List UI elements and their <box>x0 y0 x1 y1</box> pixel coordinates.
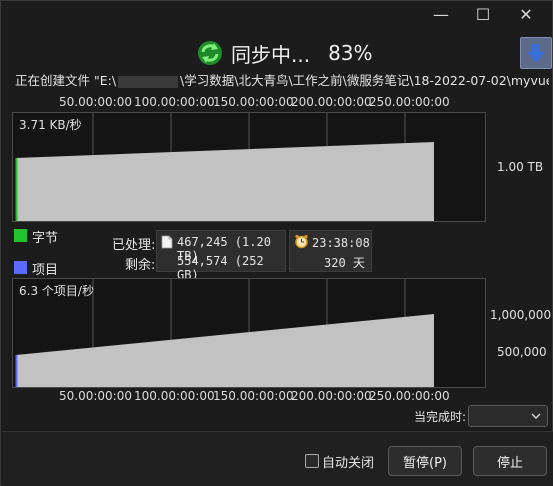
alarm-clock-icon <box>295 234 308 249</box>
download-arrow-button[interactable] <box>520 37 552 69</box>
bytes-legend-swatch <box>14 229 27 242</box>
file-icon <box>161 235 173 249</box>
bottom-tick-1: 50.00:00:00 <box>59 389 132 403</box>
bottom-tick-4: 200.00:00:00 <box>291 389 372 403</box>
bytes-area <box>16 142 434 221</box>
auto-close-label: 自动关闭 <box>322 456 375 471</box>
completion-select[interactable] <box>468 405 548 427</box>
current-file-prefix: 正在创建文件 "E:\ <box>15 73 117 88</box>
redacted-segment <box>118 75 179 88</box>
status-text: 同步中... <box>231 42 311 67</box>
percent-text: 83% <box>328 41 373 65</box>
items-y-label-top: 1,000,000 <box>490 308 552 322</box>
items-y-label-mid: 500,000 <box>497 345 547 359</box>
bytes-chart: 3.71 KB/秒 <box>12 112 486 222</box>
processed-box: 467,245 (1.20 TB) 554,574 (252 GB) <box>156 230 286 282</box>
bytes-chart-graph <box>15 113 434 221</box>
bytes-legend-label: 字节 <box>32 231 59 246</box>
items-legend-label: 项目 <box>32 263 59 278</box>
items-rate-label: 6.3 个项目/秒 <box>19 284 94 298</box>
current-file-path: 正在创建文件 "E:\ \学习数据\北大青鸟\工作之前\微服务笔记\18-2022… <box>15 70 549 89</box>
stop-button[interactable]: 停止 <box>473 446 547 476</box>
bytes-y-label: 1.00 TB <box>497 160 544 174</box>
maximize-button[interactable]: ☐ <box>468 5 498 29</box>
minimize-button[interactable]: — <box>426 5 456 29</box>
pause-button[interactable]: 暂停(P) <box>388 446 462 476</box>
footer-bar: 自动关闭 暂停(P) 停止 <box>2 431 553 486</box>
items-area <box>16 314 434 387</box>
bottom-tick-2: 100.00:00:00 <box>134 389 215 403</box>
bottom-tick-3: 150.00:00:00 <box>213 389 294 403</box>
top-tick-2: 100.00:00:00 <box>134 95 215 109</box>
auto-close-checkbox[interactable] <box>305 454 319 468</box>
sync-status-header: 同步中... 83% <box>197 37 373 69</box>
items-chart: 6.3 个项目/秒 <box>12 278 486 388</box>
sync-arrows-icon <box>198 41 222 65</box>
chevron-down-icon <box>531 413 541 419</box>
items-legend-swatch <box>14 261 27 274</box>
bytes-rate-label: 3.71 KB/秒 <box>19 118 82 132</box>
top-tick-5: 250.00:00:00 <box>369 95 450 109</box>
remaining-label: 剩余: <box>125 258 156 273</box>
top-tick-4: 200.00:00:00 <box>291 95 372 109</box>
current-file-rest: \学习数据\北大青鸟\工作之前\微服务笔记\18-2022-07-02\myvu… <box>180 73 549 88</box>
close-button[interactable]: ✕ <box>511 5 541 29</box>
download-arrow-icon <box>527 44 545 63</box>
processed-label: 已处理: <box>112 238 156 253</box>
bottom-tick-5: 250.00:00:00 <box>369 389 450 403</box>
days-remaining: 320 天 <box>324 256 365 270</box>
top-tick-3: 150.00:00:00 <box>213 95 294 109</box>
sync-progress-window: — ☐ ✕ 同步中... 83% 正在创建文件 "E:\ \学习数据\北大青鸟\工… <box>0 0 553 486</box>
completion-label: 当完成时: <box>414 410 467 424</box>
top-tick-1: 50.00:00:00 <box>59 95 132 109</box>
time-box: 23:38:08 320 天 <box>289 230 372 272</box>
elapsed-time: 23:38:08 <box>312 236 370 250</box>
